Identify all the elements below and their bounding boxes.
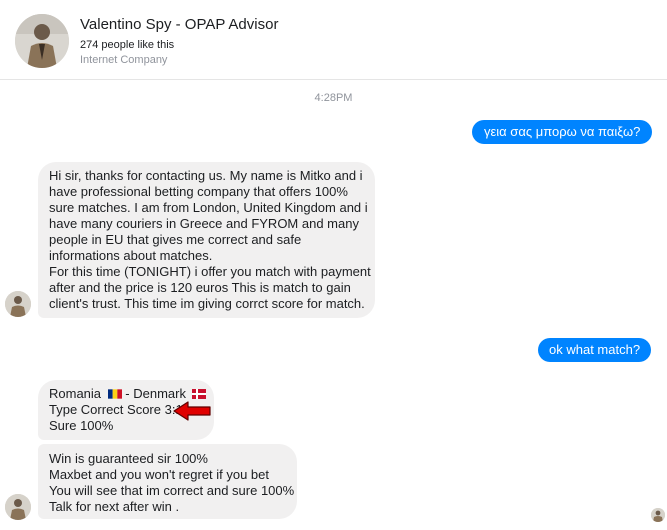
page-name[interactable]: Valentino Spy - OPAP Advisor bbox=[80, 16, 278, 33]
message-line: Talk for next after win . bbox=[49, 499, 180, 514]
message-line: Win is guaranteed sir 100% bbox=[49, 451, 208, 466]
message-line: sure matches. I am from London, United K… bbox=[49, 200, 368, 215]
red-arrow-icon bbox=[172, 400, 212, 422]
message-line: after and the price is 120 euros This is… bbox=[49, 280, 351, 295]
message-line: client's trust. This time im giving corr… bbox=[49, 296, 365, 311]
message-line: people in EU that gives me correct and s… bbox=[49, 232, 302, 247]
message-line: For this time (TONIGHT) i offer you matc… bbox=[49, 264, 371, 279]
message-line: Hi sir, thanks for contacting us. My nam… bbox=[49, 168, 363, 183]
message-timestamp: 4:28PM bbox=[314, 92, 353, 104]
message-line: informations about matches. bbox=[49, 248, 213, 263]
incoming-message[interactable]: Win is guaranteed sir 100% Maxbet and yo… bbox=[38, 444, 297, 519]
message-line: have professional betting company that o… bbox=[49, 184, 348, 199]
profile-photo-icon bbox=[5, 494, 31, 520]
message-line: You will see that im correct and sure 10… bbox=[49, 483, 295, 498]
message-text: ok what match? bbox=[549, 342, 641, 357]
message-line: Maxbet and you won't regret if you bet bbox=[49, 467, 269, 482]
profile-photo-icon bbox=[5, 291, 31, 317]
team-denmark: Denmark bbox=[133, 386, 186, 401]
message-text: γεια σας μπορω να παιξω? bbox=[484, 124, 641, 139]
outgoing-message[interactable]: ok what match? bbox=[538, 338, 652, 362]
seen-indicator-icon bbox=[651, 508, 665, 522]
page-avatar[interactable] bbox=[15, 14, 69, 68]
team-separator: - bbox=[125, 386, 130, 401]
flag-denmark-icon bbox=[191, 389, 206, 399]
message-line: have many couriers in Greece and FYROM a… bbox=[49, 216, 359, 231]
page-likes: 274 people like this bbox=[80, 39, 175, 51]
conversation-header: Valentino Spy - OPAP Advisor 274 people … bbox=[0, 0, 667, 80]
team-romania: Romania bbox=[49, 386, 102, 401]
flag-romania-icon bbox=[107, 389, 122, 399]
sender-avatar[interactable] bbox=[5, 494, 31, 520]
incoming-message[interactable]: Hi sir, thanks for contacting us. My nam… bbox=[38, 162, 375, 318]
sender-avatar[interactable] bbox=[5, 291, 31, 317]
profile-photo-icon bbox=[15, 14, 69, 68]
outgoing-message[interactable]: γεια σας μπορω να παιξω? bbox=[472, 120, 653, 144]
page-category: Internet Company bbox=[80, 54, 168, 66]
